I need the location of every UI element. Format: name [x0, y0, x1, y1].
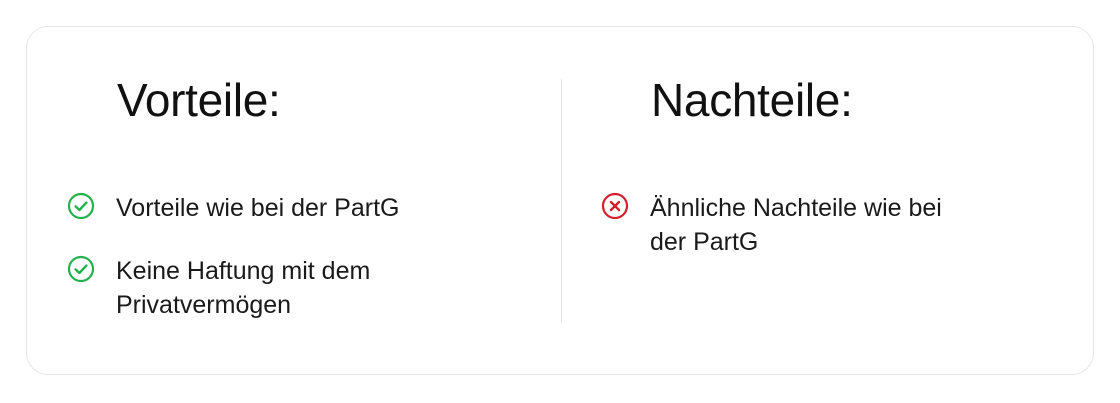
check-circle-icon [67, 192, 95, 220]
x-circle-icon [601, 192, 629, 220]
pros-heading: Vorteile: [117, 74, 281, 126]
cons-list-item: Ähnliche Nachteile wie bei der PartG [601, 191, 970, 259]
check-circle-icon [67, 255, 95, 283]
pros-item-text: Keine Haftung mit dem Privatvermögen [116, 257, 371, 319]
pros-list-item: Vorteile wie bei der PartG [67, 191, 399, 225]
comparison-card: Vorteile: Nachteile: Vorteile wie bei de… [26, 26, 1094, 375]
cons-item-text: Ähnliche Nachteile wie bei der PartG [650, 194, 942, 256]
pros-list-item: Keine Haftung mit dem Privatvermögen [67, 254, 436, 322]
pros-item-text: Vorteile wie bei der PartG [116, 194, 400, 222]
cons-heading: Nachteile: [651, 74, 853, 126]
column-divider [561, 79, 562, 323]
